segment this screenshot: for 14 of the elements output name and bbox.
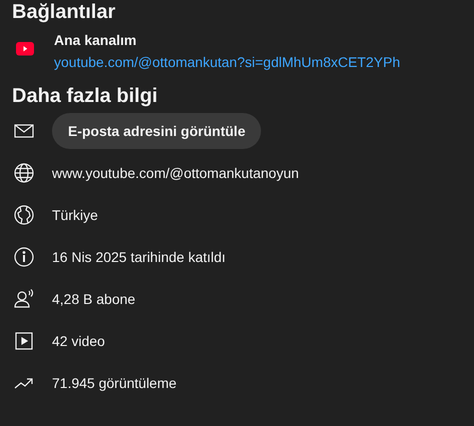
view-email-button[interactable]: E-posta adresini görüntüle bbox=[52, 113, 262, 149]
info-text: 42 video bbox=[52, 333, 105, 349]
info-text: 4,28 B abone bbox=[52, 291, 136, 307]
info-text: 71.945 görüntüleme bbox=[52, 375, 177, 391]
section-heading: Bağlantılar bbox=[12, 0, 116, 24]
section-heading: Daha fazla bilgi bbox=[12, 84, 158, 108]
link-title: Ana kanalım bbox=[54, 32, 136, 48]
link-url[interactable]: youtube.com/@ottomankutan?si=gdlMhUm8xCET2YPh bbox=[54, 54, 400, 70]
globe-icon bbox=[12, 161, 36, 185]
info-text: Türkiye bbox=[52, 207, 98, 223]
info-icon bbox=[12, 245, 36, 269]
info-text: www.youtube.com/@ottomankutanoyun bbox=[52, 165, 299, 181]
globe-icon bbox=[12, 203, 36, 227]
info-text: 16 Nis 2025 tarihinde katıldı bbox=[52, 249, 226, 265]
